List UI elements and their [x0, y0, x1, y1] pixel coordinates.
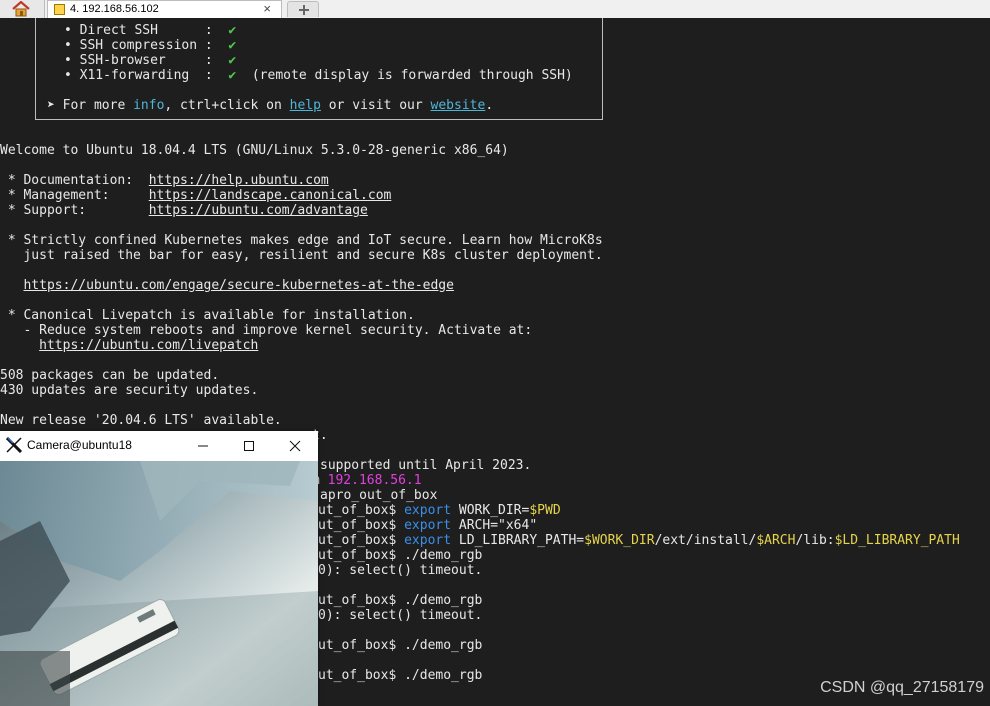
minimize-button[interactable] [183, 434, 223, 458]
new-tab-button[interactable] [287, 1, 319, 17]
livepatch-link[interactable]: https://ubuntu.com/livepatch [39, 338, 258, 353]
maximize-button[interactable] [229, 434, 269, 458]
check-icon: ✔ [228, 38, 237, 53]
tab-session-192-168-56-102[interactable]: 4. 192.168.56.102 × [47, 0, 282, 18]
terminal-session-icon [54, 4, 65, 15]
livepatch-line-1: * Canonical Livepatch is available for i… [0, 308, 415, 323]
home-tab[interactable] [0, 0, 45, 18]
partial-line: apro_out_of_box [320, 488, 438, 503]
new-tab-icon [299, 5, 309, 15]
release-line: New release '20.04.6 LTS' available. [0, 413, 282, 428]
check-icon: ✔ [228, 23, 237, 38]
command-line: ut_of_box$ export WORK_DIR=$PWD [318, 503, 561, 518]
x11-logo-icon [6, 437, 22, 453]
mgmt-link[interactable]: https://landscape.canonical.com [149, 188, 392, 203]
packages-line: 508 packages can be updated. [0, 368, 220, 383]
feature-ssh-browser: • SSH-browser : ✔ [64, 53, 237, 68]
livepatch-line-2: - Reduce system reboots and improve kern… [0, 323, 533, 338]
tab-label: 4. 192.168.56.102 [70, 3, 159, 15]
k8s-line-2: just raised the bar for easy, resilient … [0, 248, 603, 263]
csdn-watermark: CSDN @qq_27158179 [820, 679, 984, 696]
timeout-line: 0): select() timeout. [318, 563, 483, 578]
support-link[interactable]: https://ubuntu.com/advantage [149, 203, 368, 218]
security-line: 430 updates are security updates. [0, 383, 259, 398]
website-link[interactable]: website [431, 98, 486, 113]
camera-titlebar[interactable]: Camera@ubuntu18 [0, 431, 318, 461]
maximize-icon [244, 441, 254, 451]
minimize-icon [198, 445, 208, 447]
command-line: ut_of_box$ ./demo_rgb [318, 668, 483, 683]
camera-frame-image [0, 461, 318, 706]
k8s-line-1: * Strictly confined Kubernetes makes edg… [0, 233, 603, 248]
info-link[interactable]: info [133, 98, 164, 113]
tab-close-icon[interactable]: × [263, 1, 271, 16]
feature-ssh-compression: • SSH compression : ✔ [64, 38, 237, 53]
command-line: ut_of_box$ export LD_LIBRARY_PATH=$WORK_… [318, 533, 960, 548]
partial-line: supported until April 2023. [320, 458, 532, 473]
livepatch-url-line: https://ubuntu.com/livepatch [0, 338, 258, 353]
close-button[interactable] [275, 434, 315, 458]
mgmt-line: * Management: https://landscape.canonica… [0, 188, 392, 203]
camera-video-feed [0, 461, 318, 706]
check-icon: ✔ [228, 68, 237, 83]
home-icon [12, 1, 30, 17]
feature-direct-ssh: • Direct SSH : ✔ [64, 23, 237, 38]
k8s-link[interactable]: https://ubuntu.com/engage/secure-kuberne… [23, 278, 453, 293]
ip-address: 192.168.56.1 [327, 473, 422, 488]
last-login-line: m 192.168.56.1 [312, 473, 422, 488]
command-line: ut_of_box$ ./demo_rgb [318, 548, 483, 563]
timeout-line: 0): select() timeout. [318, 608, 483, 623]
check-icon: ✔ [228, 53, 237, 68]
doc-line: * Documentation: https://help.ubuntu.com [0, 173, 329, 188]
welcome-line: Welcome to Ubuntu 18.04.4 LTS (GNU/Linux… [0, 143, 509, 158]
more-info-line: ➤ For more info, ctrl+click on help or v… [47, 98, 494, 113]
session-tab-bar: 4. 192.168.56.102 × [0, 0, 990, 19]
command-line: ut_of_box$ ./demo_rgb [318, 638, 483, 653]
command-line: ut_of_box$ export ARCH="x64" [318, 518, 538, 533]
feature-x11-forwarding: • X11-forwarding : ✔ (remote display is … [64, 68, 573, 83]
doc-link[interactable]: https://help.ubuntu.com [149, 173, 329, 188]
command-line: ut_of_box$ ./demo_rgb [318, 593, 483, 608]
k8s-url-line: https://ubuntu.com/engage/secure-kuberne… [0, 278, 453, 293]
support-line: * Support: https://ubuntu.com/advantage [0, 203, 368, 218]
camera-window-title: Camera@ubuntu18 [27, 438, 132, 452]
camera-window[interactable]: Camera@ubuntu18 [0, 431, 318, 706]
help-link[interactable]: help [290, 98, 321, 113]
close-icon [289, 440, 301, 452]
